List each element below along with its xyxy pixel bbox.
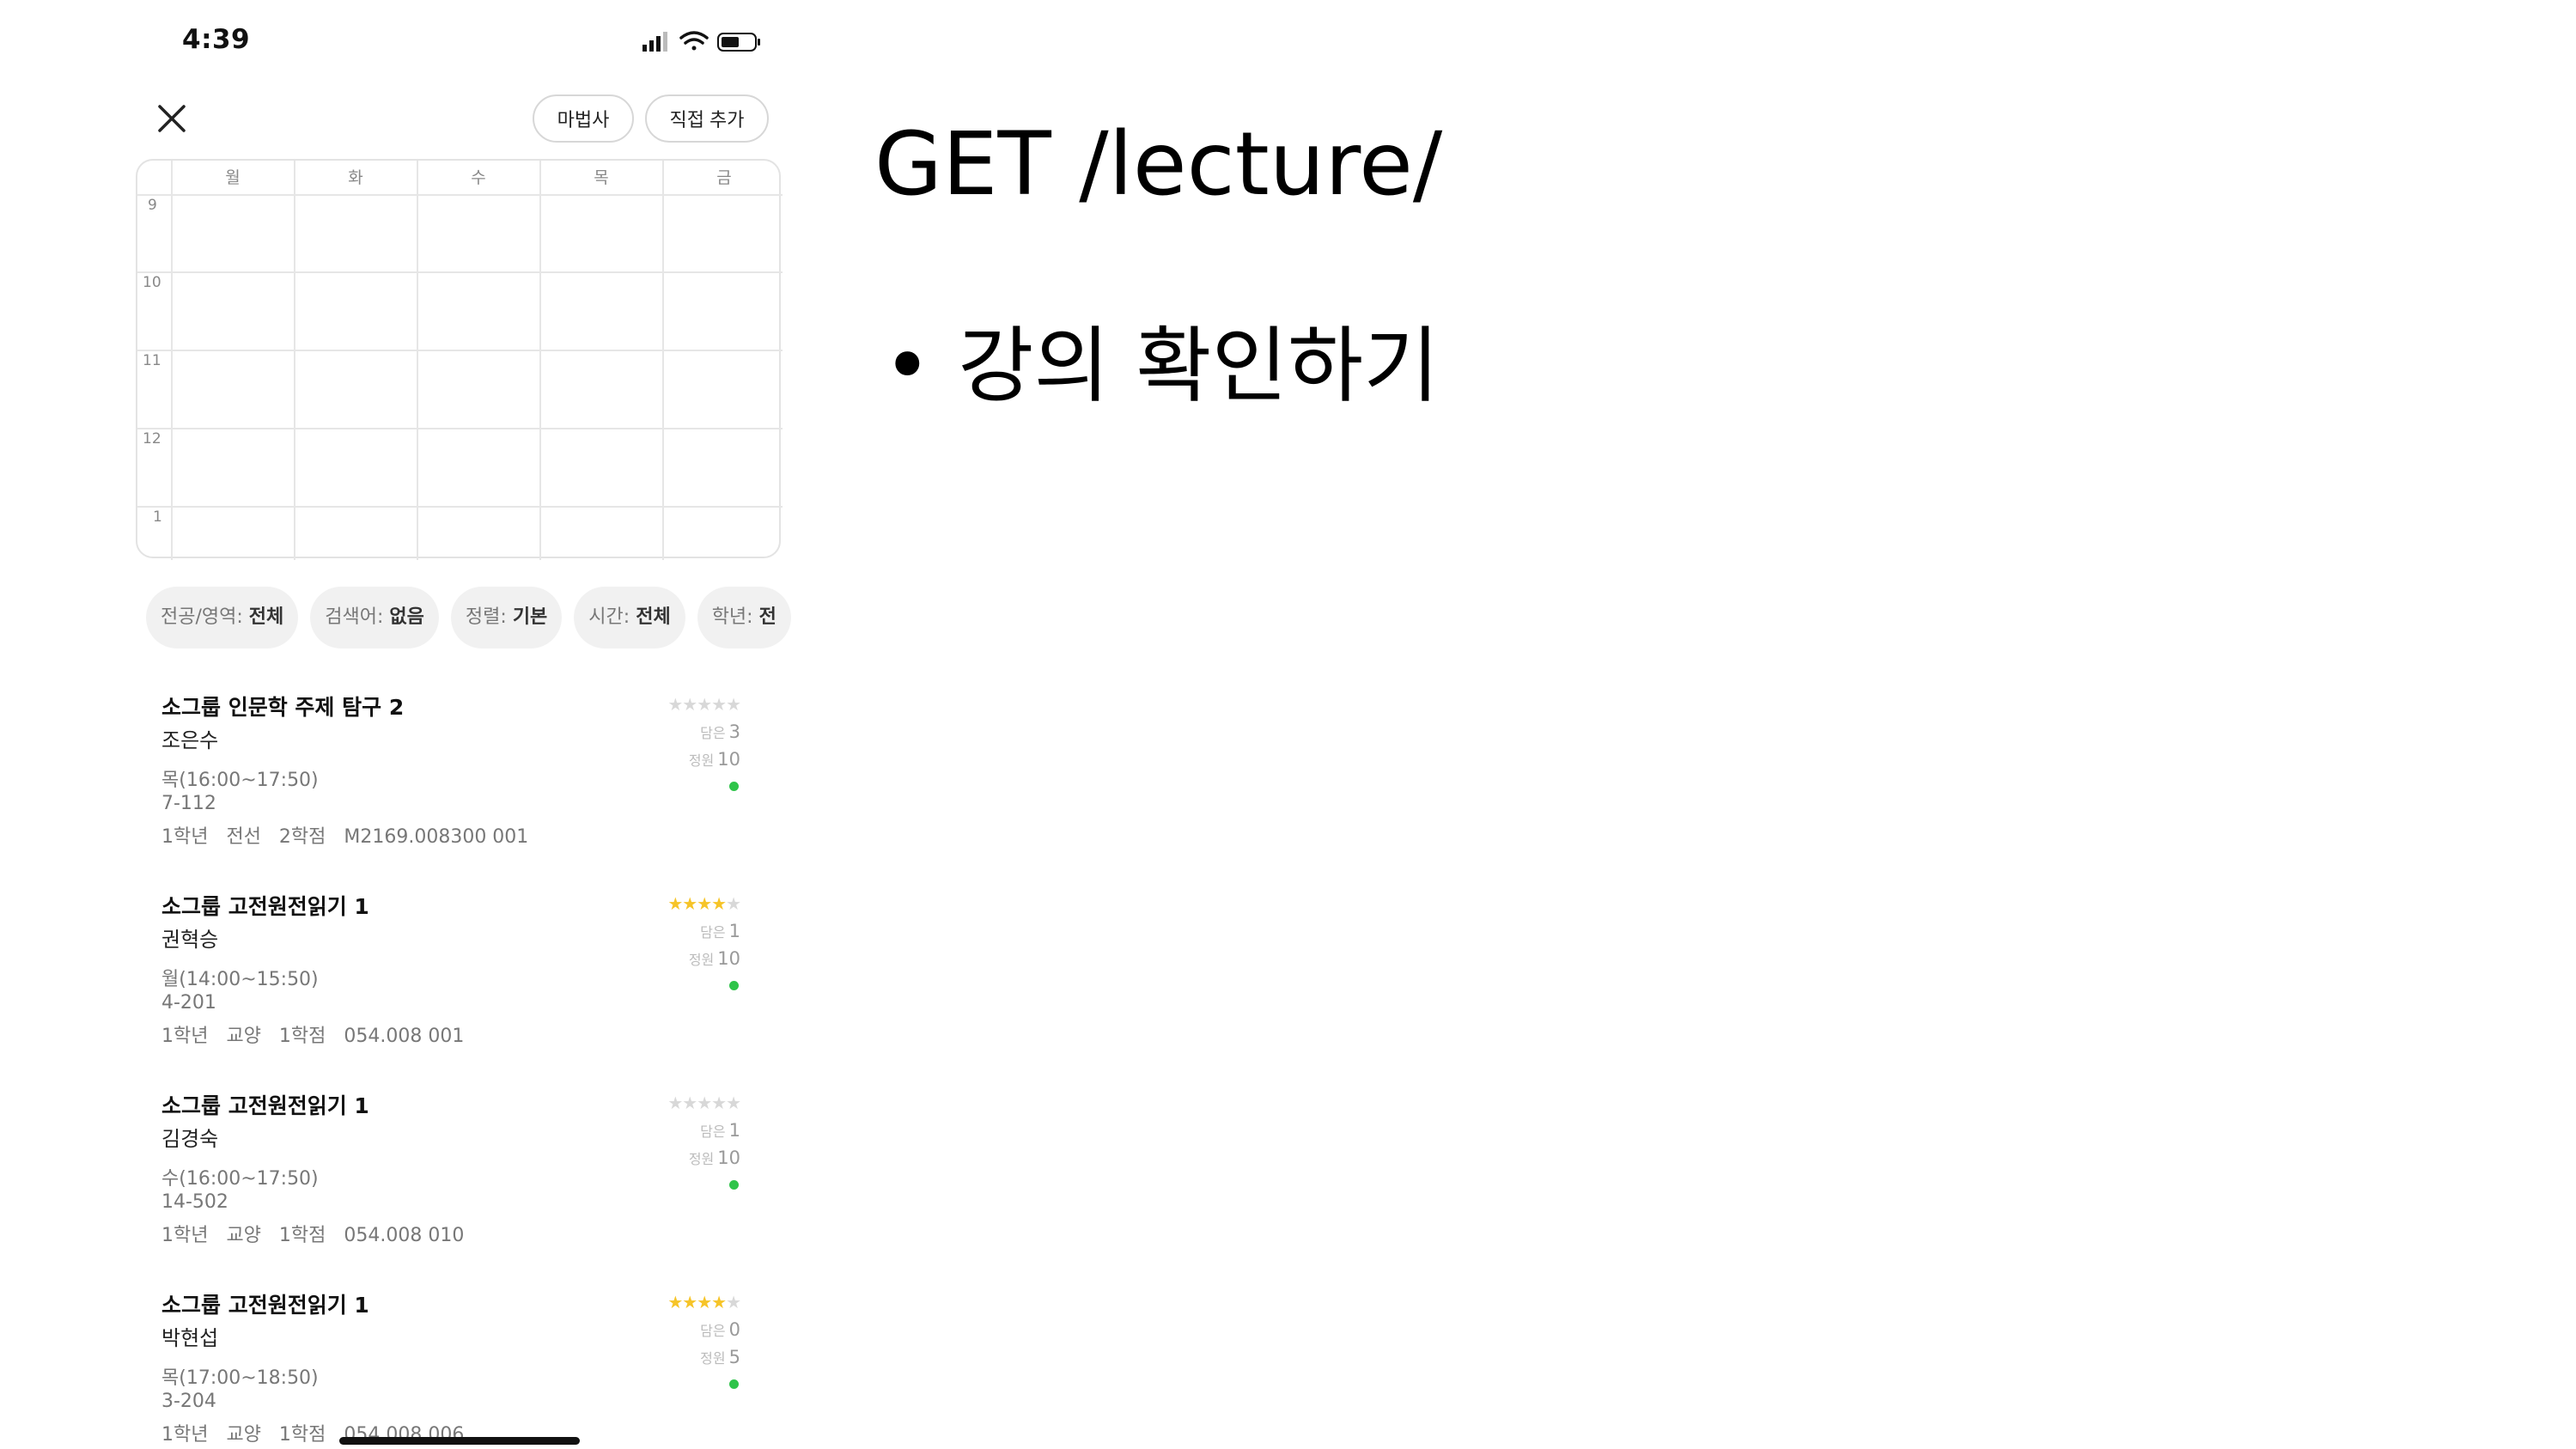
star-icon: ★ [682, 1292, 697, 1312]
course-time: 목(17:00~18:50) [161, 1367, 319, 1389]
course-item[interactable]: 소그룹 인문학 주제 탐구 2 조은수 목(16:00~17:50) 7-112… [161, 691, 771, 871]
rating-stars: ★★★★★ [667, 1292, 741, 1312]
hour-9: 9 [148, 197, 157, 214]
timetable-lines [137, 161, 783, 560]
capacity-count: 정원 10 [688, 948, 740, 969]
star-icon: ★ [682, 1093, 697, 1113]
day-fri: 금 [716, 168, 732, 187]
rating-stars: ★★★★★ [667, 694, 741, 715]
star-icon: ★ [667, 1093, 683, 1113]
star-icon: ★ [726, 1093, 741, 1113]
enrolled-count: 담은 3 [700, 721, 740, 742]
hour-1: 1 [153, 508, 162, 526]
star-icon: ★ [667, 1292, 683, 1312]
star-icon: ★ [711, 1093, 727, 1113]
star-icon: ★ [697, 694, 712, 715]
status-icons [642, 31, 760, 52]
home-indicator [339, 1437, 580, 1445]
status-dot [729, 782, 739, 791]
course-item[interactable]: 소그룹 고전원전읽기 1 박현섭 목(17:00~18:50) 3-204 1학… [161, 1288, 771, 1443]
capacity-count: 정원 10 [688, 749, 740, 770]
wifi-icon [679, 31, 709, 51]
course-title: 소그룹 고전원전읽기 1 [161, 1293, 369, 1318]
rating-stars: ★★★★★ [667, 893, 741, 914]
star-icon: ★ [726, 893, 741, 914]
day-thu: 목 [594, 168, 609, 187]
course-room: 4-201 [161, 992, 216, 1014]
star-icon: ★ [697, 1093, 712, 1113]
hour-10: 10 [143, 274, 161, 291]
day-mon: 월 [225, 168, 241, 187]
star-icon: ★ [711, 1292, 727, 1312]
course-room: 3-204 [161, 1391, 216, 1412]
course-item[interactable]: 소그룹 고전원전읽기 1 권혁승 월(14:00~15:50) 4-201 1학… [161, 890, 771, 1070]
slide-bullet: • 강의 확인하기 [883, 318, 1440, 414]
course-time: 월(14:00~15:50) [161, 969, 319, 990]
course-info: 1학년 전선 2학점 M2169.008300 001 [161, 826, 529, 848]
star-icon: ★ [682, 694, 697, 715]
phone-screen: 4:39 마법사 직접 추가 월 화 수 목 금 9 10 11 12 1 전공… [129, 0, 799, 1449]
hour-12: 12 [143, 430, 161, 447]
course-title: 소그룹 고전원전읽기 1 [161, 894, 369, 919]
star-icon: ★ [697, 893, 712, 914]
star-icon: ★ [682, 893, 697, 914]
signal-icon [642, 32, 667, 52]
course-item[interactable]: 소그룹 고전원전읽기 1 김경숙 수(16:00~17:50) 14-502 1… [161, 1089, 771, 1269]
day-wed: 수 [471, 168, 486, 187]
course-time: 목(16:00~17:50) [161, 770, 319, 791]
timetable-grid: 월 화 수 목 금 9 10 11 12 1 [136, 159, 783, 560]
star-icon: ★ [726, 1292, 741, 1312]
star-icon: ★ [667, 694, 683, 715]
course-info: 1학년 교양 1학점 054.008 010 [161, 1225, 465, 1246]
course-room: 7-112 [161, 793, 216, 814]
enrolled-count: 담은 1 [700, 921, 740, 941]
star-icon: ★ [667, 893, 683, 914]
filter-chips: 전공/영역: 전체 검색어: 없음 정렬: 기본 시간: 전체 학년: 전 [146, 587, 799, 650]
course-time: 수(16:00~17:50) [161, 1168, 319, 1190]
course-title: 소그룹 고전원전읽기 1 [161, 1093, 369, 1118]
wizard-button[interactable]: 마법사 [533, 94, 634, 143]
direct-add-button[interactable]: 직접 추가 [645, 94, 769, 143]
course-professor: 박현섭 [161, 1326, 219, 1350]
day-tue: 화 [348, 168, 363, 187]
rating-stars: ★★★★★ [667, 1093, 741, 1113]
course-room: 14-502 [161, 1191, 228, 1213]
filter-chip-sort[interactable]: 정렬: 기본 [450, 587, 563, 648]
status-dot [729, 981, 739, 990]
star-icon: ★ [711, 694, 727, 715]
filter-chip-time[interactable]: 시간: 전체 [574, 587, 685, 648]
battery-icon [717, 33, 760, 52]
course-title: 소그룹 인문학 주제 탐구 2 [161, 695, 405, 720]
star-icon: ★ [697, 1292, 712, 1312]
filter-chip-major[interactable]: 전공/영역: 전체 [146, 587, 299, 648]
status-dot [729, 1180, 739, 1190]
enrolled-count: 담은 0 [700, 1319, 740, 1340]
hour-11: 11 [143, 352, 161, 369]
course-professor: 김경숙 [161, 1127, 219, 1151]
filter-chip-grade[interactable]: 학년: 전 [697, 587, 791, 648]
status-time: 4:39 [182, 24, 251, 55]
star-icon: ★ [726, 694, 741, 715]
close-icon[interactable] [155, 101, 189, 136]
course-professor: 권혁승 [161, 928, 219, 952]
capacity-count: 정원 10 [688, 1148, 740, 1168]
course-info: 1학년 교양 1학점 054.008 001 [161, 1026, 465, 1047]
course-professor: 조은수 [161, 728, 219, 752]
slide-title: GET /lecture/ [874, 113, 1443, 216]
enrolled-count: 담은 1 [700, 1120, 740, 1141]
capacity-count: 정원 5 [700, 1347, 740, 1367]
star-icon: ★ [711, 893, 727, 914]
status-dot [729, 1379, 739, 1389]
filter-chip-search[interactable]: 검색어: 없음 [310, 587, 439, 648]
